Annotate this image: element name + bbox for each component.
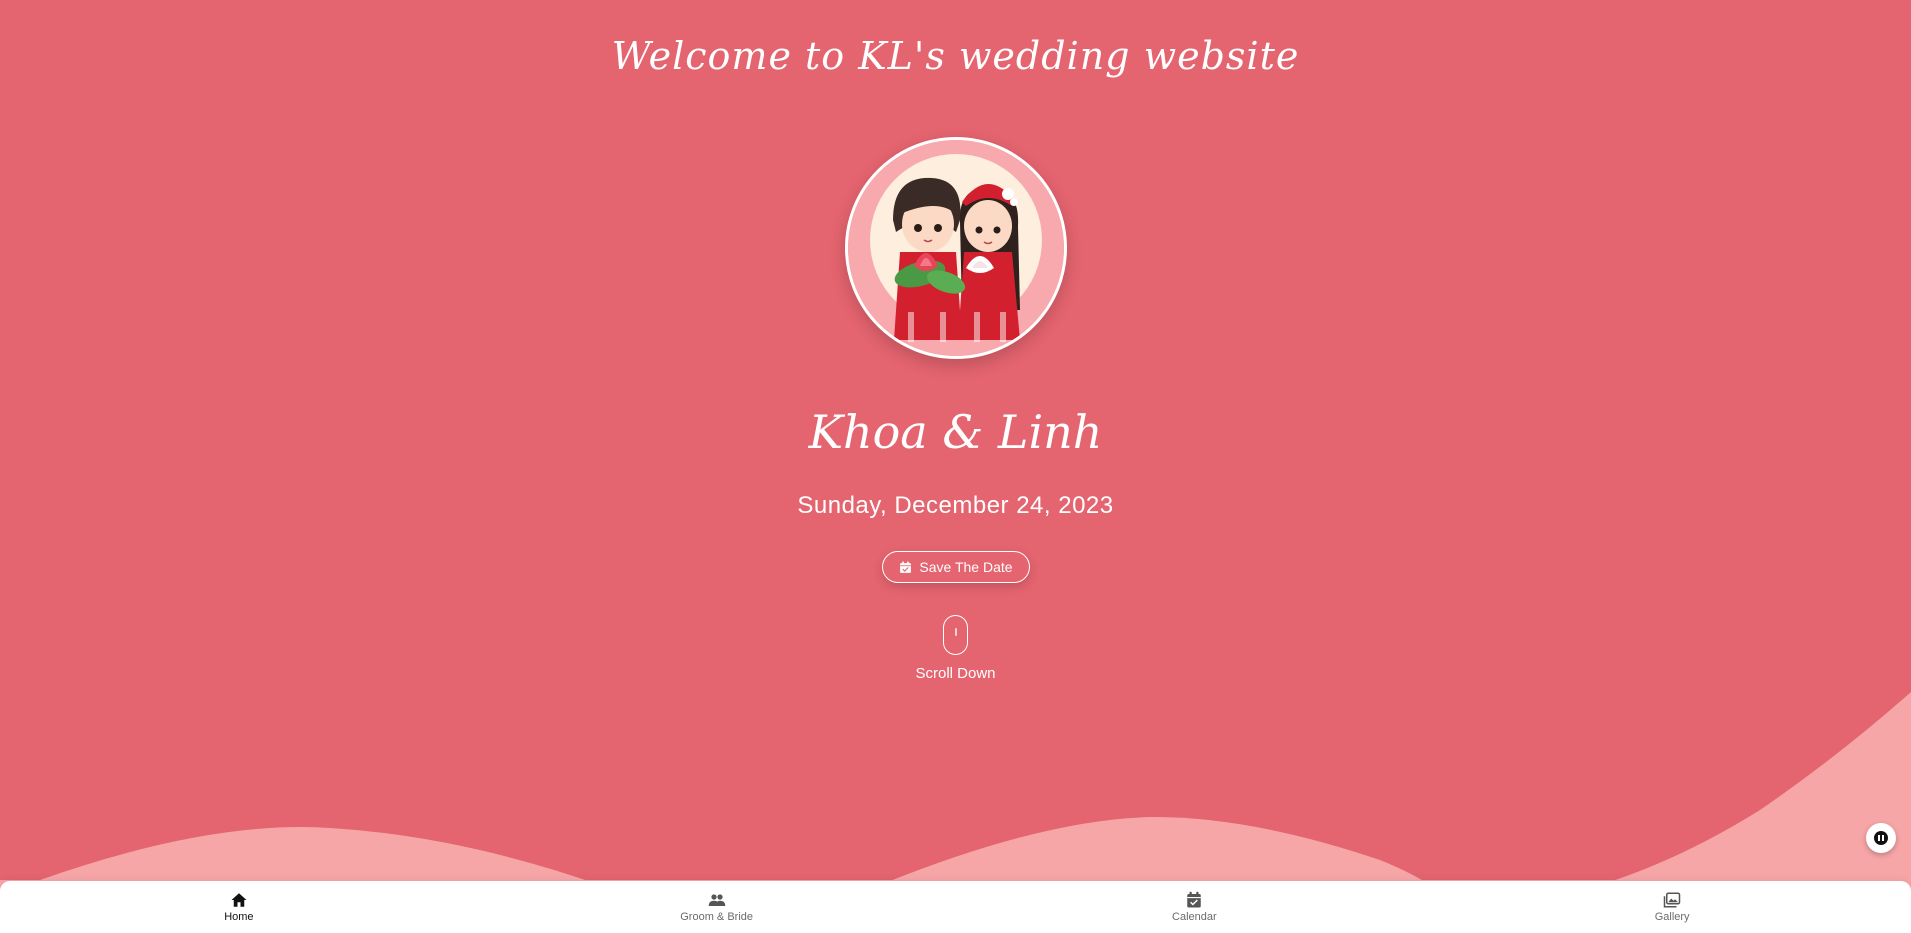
- calendar-check-icon: [900, 561, 912, 573]
- nav-label-calendar: Calendar: [1172, 911, 1217, 923]
- wedding-date: Sunday, December 24, 2023: [797, 492, 1114, 519]
- scroll-mouse-icon[interactable]: [943, 615, 968, 655]
- gallery-icon: [1663, 892, 1681, 908]
- save-the-date-label: Save The Date: [919, 559, 1013, 575]
- mouse-wheel: [954, 628, 957, 636]
- home-icon: [231, 893, 247, 907]
- music-toggle-button[interactable]: [1866, 823, 1896, 853]
- nav-label-gallery: Gallery: [1654, 911, 1690, 923]
- nav-label-home: Home: [224, 911, 254, 923]
- save-the-date-button[interactable]: Save The Date: [882, 551, 1030, 583]
- nav-item-gallery[interactable]: Gallery: [1433, 881, 1911, 933]
- nav-item-calendar[interactable]: Calendar: [956, 881, 1434, 933]
- people-icon: [708, 894, 725, 906]
- nav-item-home[interactable]: Home: [0, 881, 478, 933]
- nav-item-groom-bride[interactable]: Groom & Bride: [478, 881, 956, 933]
- welcome-title: Welcome to KL's wedding website: [611, 34, 1300, 78]
- pause-icon: [1874, 831, 1888, 845]
- nav-label-groom-bride: Groom & Bride: [680, 911, 753, 923]
- couple-avatar: [845, 137, 1067, 359]
- bottom-nav: Home Groom & Bride Calendar Gallery: [0, 881, 1911, 933]
- calendar-icon: [1187, 891, 1202, 908]
- couple-names: Khoa & Linh: [808, 405, 1103, 459]
